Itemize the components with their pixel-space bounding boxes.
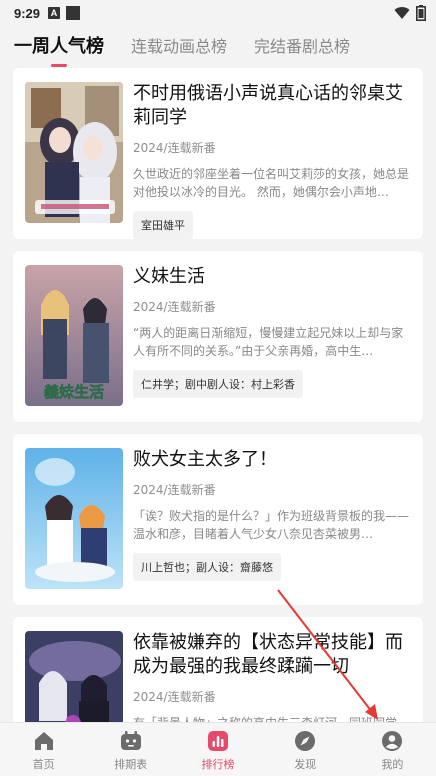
nav-schedule[interactable]: 排期表 — [87, 723, 174, 776]
battery-icon — [416, 5, 426, 21]
anime-meta: 2024/连载新番 — [133, 300, 216, 314]
nav-label: 首页 — [32, 758, 55, 771]
nav-discover[interactable]: 发现 — [262, 723, 349, 776]
nav-label: 我的 — [381, 758, 404, 771]
anime-title: 义妹生活 — [133, 266, 205, 287]
nav-home[interactable]: 首页 — [0, 723, 87, 776]
anime-staff-tag: 仁井学；剧中剧人设：村上彩香 — [133, 370, 303, 398]
anime-description: “两人的距离日渐缩短，慢慢建立起兄妹以上却与家人有所不同的关系。”由于父亲再婚，… — [133, 326, 404, 358]
anime-meta: 2024/连载新番 — [133, 483, 216, 497]
status-right-icons — [394, 5, 426, 21]
ranking-tabs: 一周人气榜 连载动画总榜 完结番剧总榜 — [0, 26, 436, 67]
nav-label: 排行榜 — [201, 758, 235, 771]
bottom-navigation: 首页 排期表 排行榜 发现 我的 — [0, 722, 436, 776]
nav-label: 排期表 — [114, 758, 148, 771]
tab-label: 一周人气榜 — [14, 36, 104, 57]
home-icon — [34, 732, 53, 750]
tab-active-indicator — [51, 64, 67, 67]
profile-icon — [382, 731, 403, 751]
ranking-icon — [208, 731, 228, 751]
nav-ranking[interactable]: 排行榜 — [174, 723, 261, 776]
anime-staff-tag: 室田雄平 — [133, 211, 193, 239]
notification-a-icon: A — [48, 7, 61, 19]
nav-label: 发现 — [294, 758, 317, 771]
svg-text:義妹生活: 義妹生活 — [44, 383, 104, 401]
anime-card[interactable]: 不时用俄语小声说真心话的邻桌艾莉同学 2024/连载新番 久世政近的邻座坐着一位… — [13, 68, 423, 239]
anime-card[interactable]: 败犬女主太多了！ 2024/连载新番 「诶？败犬指的是什么？」作为班级背景板的我… — [13, 434, 423, 605]
anime-cover-image[interactable] — [25, 82, 123, 223]
tab-finished-total[interactable]: 完结番剧总榜 — [254, 33, 350, 57]
tab-ongoing-total[interactable]: 连载动画总榜 — [131, 33, 227, 57]
wifi-icon — [394, 7, 410, 20]
anime-meta: 2024/连载新番 — [133, 690, 216, 704]
tab-label: 完结番剧总榜 — [254, 37, 351, 56]
status-time: 9:29 — [14, 5, 41, 21]
notification-square-icon — [66, 6, 81, 20]
anime-card[interactable]: 義妹生活 义妹生活 2024/连载新番 “两人的距离日渐缩短，慢慢建立起兄妹以上… — [13, 251, 423, 422]
discover-icon — [295, 731, 316, 751]
anime-description: 久世政近的邻座坐着一位名叫艾莉莎的女孩，她总是对他投以冰冷的目光。 然而，她偶尔… — [133, 167, 410, 199]
anime-title: 依靠被嫌弃的【状态异常技能】而成为最强的我最终蹂躏一切 — [133, 632, 403, 677]
anime-title: 不时用俄语小声说真心话的邻桌艾莉同学 — [133, 83, 403, 128]
anime-cover-image[interactable]: 義妹生活 — [25, 265, 123, 406]
anime-description: 「诶？败犬指的是什么？」作为班级背景板的我——温水和彦，目睹着人气少女八奈见杏菜… — [133, 509, 410, 541]
schedule-icon — [120, 731, 141, 750]
tab-weekly-popular[interactable]: 一周人气榜 — [14, 32, 104, 67]
anime-list: 不时用俄语小声说真心话的邻桌艾莉同学 2024/连载新番 久世政近的邻座坐着一位… — [13, 68, 423, 776]
anime-title: 败犬女主太多了！ — [133, 449, 277, 470]
anime-staff-tag: 川上哲也；副人设：齋藤悠 — [133, 553, 281, 581]
tab-label: 连载动画总榜 — [131, 37, 228, 56]
nav-profile[interactable]: 我的 — [349, 723, 436, 776]
status-bar: 9:29 A — [0, 0, 436, 26]
anime-cover-image[interactable] — [25, 448, 123, 589]
anime-meta: 2024/连载新番 — [133, 141, 216, 155]
